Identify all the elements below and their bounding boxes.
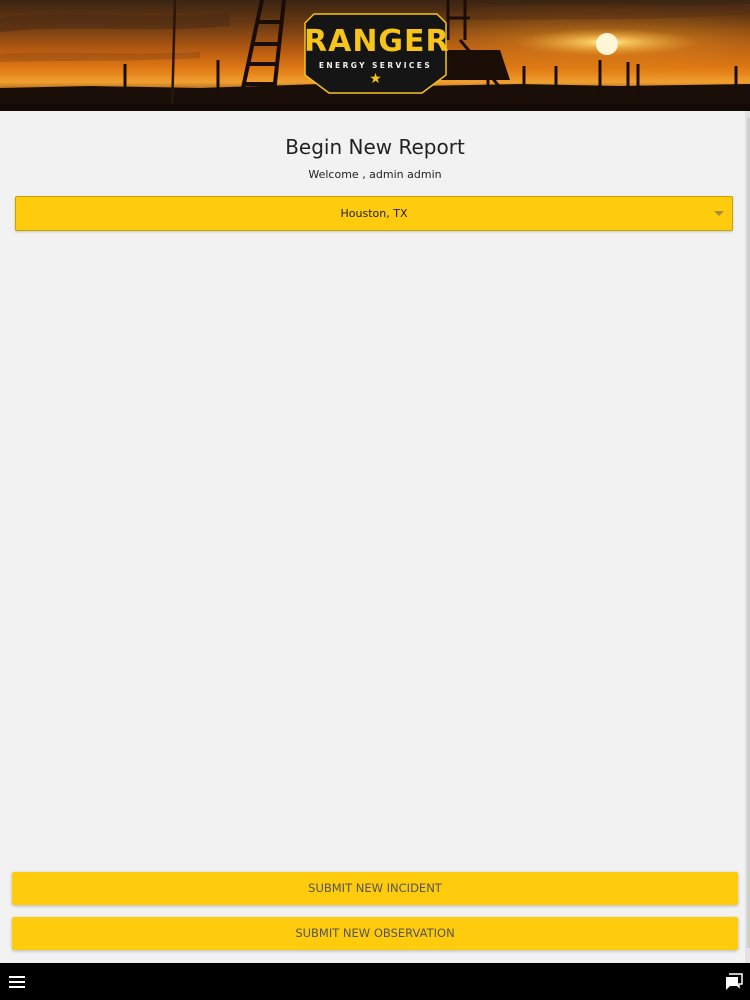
location-select[interactable]: Houston, TX: [15, 196, 733, 231]
hamburger-menu-icon[interactable]: [9, 976, 25, 988]
submit-new-observation-button[interactable]: SUBMIT NEW OBSERVATION: [12, 917, 738, 950]
logo-title: RANGER: [304, 24, 450, 59]
page-title: Begin New Report: [285, 135, 465, 159]
bottom-navigation-bar: [0, 963, 750, 1000]
app-screen: RANGER ENERGY SERVICES ★ Begin New Repor…: [0, 0, 750, 1000]
star-icon: ★: [369, 71, 382, 87]
welcome-message: Welcome , admin admin: [308, 168, 442, 181]
chat-bubbles-icon: [726, 973, 743, 990]
logo-subtitle: ENERGY SERVICES: [318, 61, 433, 70]
header-banner: RANGER ENERGY SERVICES ★: [0, 0, 750, 111]
submit-new-incident-button[interactable]: SUBMIT NEW INCIDENT: [12, 872, 738, 905]
location-select-value: Houston, TX: [340, 207, 408, 220]
ranger-logo: RANGER ENERGY SERVICES ★: [304, 13, 450, 95]
chat-icon[interactable]: [724, 972, 744, 992]
main-content: [0, 111, 745, 963]
chevron-down-icon: [714, 211, 724, 216]
